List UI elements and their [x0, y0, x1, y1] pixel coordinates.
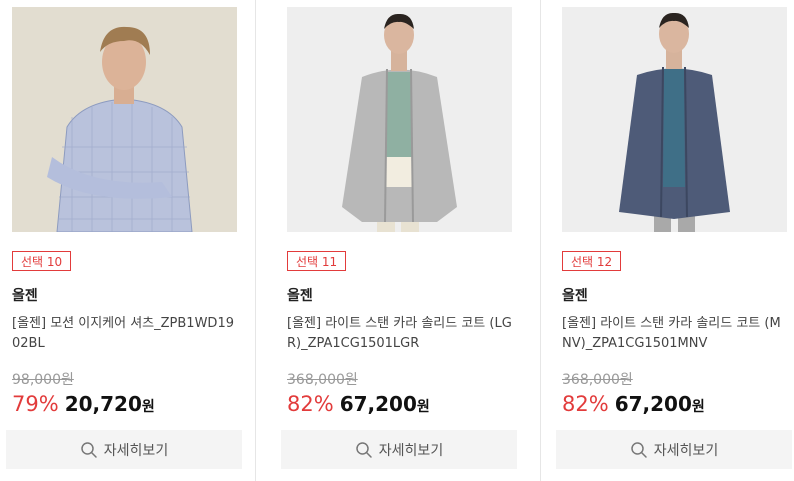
- selection-badge: 선택 12: [562, 251, 622, 271]
- original-price: 368,000원: [287, 372, 358, 388]
- search-icon: [81, 441, 97, 458]
- product-card[interactable]: 선택 11 올젠 [올젠] 라이트 스탠 카라 솔리드 코트 (LGR)_ZPA…: [281, 0, 527, 481]
- sale-price: 67,200: [339, 392, 417, 416]
- discount-rate: 82%: [562, 392, 609, 416]
- sale-price: 20,720: [64, 392, 142, 416]
- currency-unit: 원: [416, 399, 430, 415]
- price-row: 79% 20,720원: [12, 392, 155, 416]
- original-price: 98,000원: [12, 372, 74, 388]
- product-name[interactable]: [올젠] 라이트 스탠 카라 솔리드 코트 (MNV)_ZPA1CG1501MN…: [562, 314, 790, 354]
- selection-badge: 선택 11: [287, 251, 347, 271]
- product-photo-coat-navy: [562, 7, 787, 232]
- currency-unit: 원: [691, 399, 705, 415]
- product-name[interactable]: [올젠] 라이트 스탠 카라 솔리드 코트 (LGR)_ZPA1CG1501LG…: [287, 314, 515, 354]
- detail-button[interactable]: 자세히보기: [6, 430, 242, 469]
- price-row: 82% 67,200원: [287, 392, 430, 416]
- detail-button-label: 자세히보기: [103, 442, 169, 459]
- sale-price: 67,200: [614, 392, 692, 416]
- product-photo-shirt: [12, 7, 237, 232]
- brand-name: 올젠: [12, 288, 38, 304]
- brand-name: 올젠: [562, 288, 588, 304]
- discount-rate: 79%: [12, 392, 59, 416]
- detail-button-label: 자세히보기: [378, 442, 444, 459]
- detail-button-label: 자세히보기: [653, 442, 719, 459]
- product-card[interactable]: 선택 10 올젠 [올젠] 모션 이지케어 셔츠_ZPB1WD1902BL 98…: [6, 0, 252, 481]
- search-icon: [356, 441, 372, 458]
- product-name[interactable]: [올젠] 모션 이지케어 셔츠_ZPB1WD1902BL: [12, 314, 240, 354]
- detail-button[interactable]: 자세히보기: [556, 430, 792, 469]
- product-image[interactable]: [287, 7, 512, 232]
- brand-name: 올젠: [287, 288, 313, 304]
- price-row: 82% 67,200원: [562, 392, 705, 416]
- product-image[interactable]: [562, 7, 787, 232]
- search-icon: [631, 441, 647, 458]
- column-divider: [540, 0, 541, 481]
- column-divider: [255, 0, 256, 481]
- product-photo-coat-gray: [287, 7, 512, 232]
- product-card[interactable]: 선택 12 올젠 [올젠] 라이트 스탠 카라 솔리드 코트 (MNV)_ZPA…: [556, 0, 794, 481]
- currency-unit: 원: [141, 399, 155, 415]
- detail-button[interactable]: 자세히보기: [281, 430, 517, 469]
- product-image[interactable]: [12, 7, 237, 232]
- selection-badge: 선택 10: [12, 251, 72, 271]
- original-price: 368,000원: [562, 372, 633, 388]
- discount-rate: 82%: [287, 392, 334, 416]
- product-grid: 선택 10 올젠 [올젠] 모션 이지케어 셔츠_ZPB1WD1902BL 98…: [0, 0, 794, 481]
